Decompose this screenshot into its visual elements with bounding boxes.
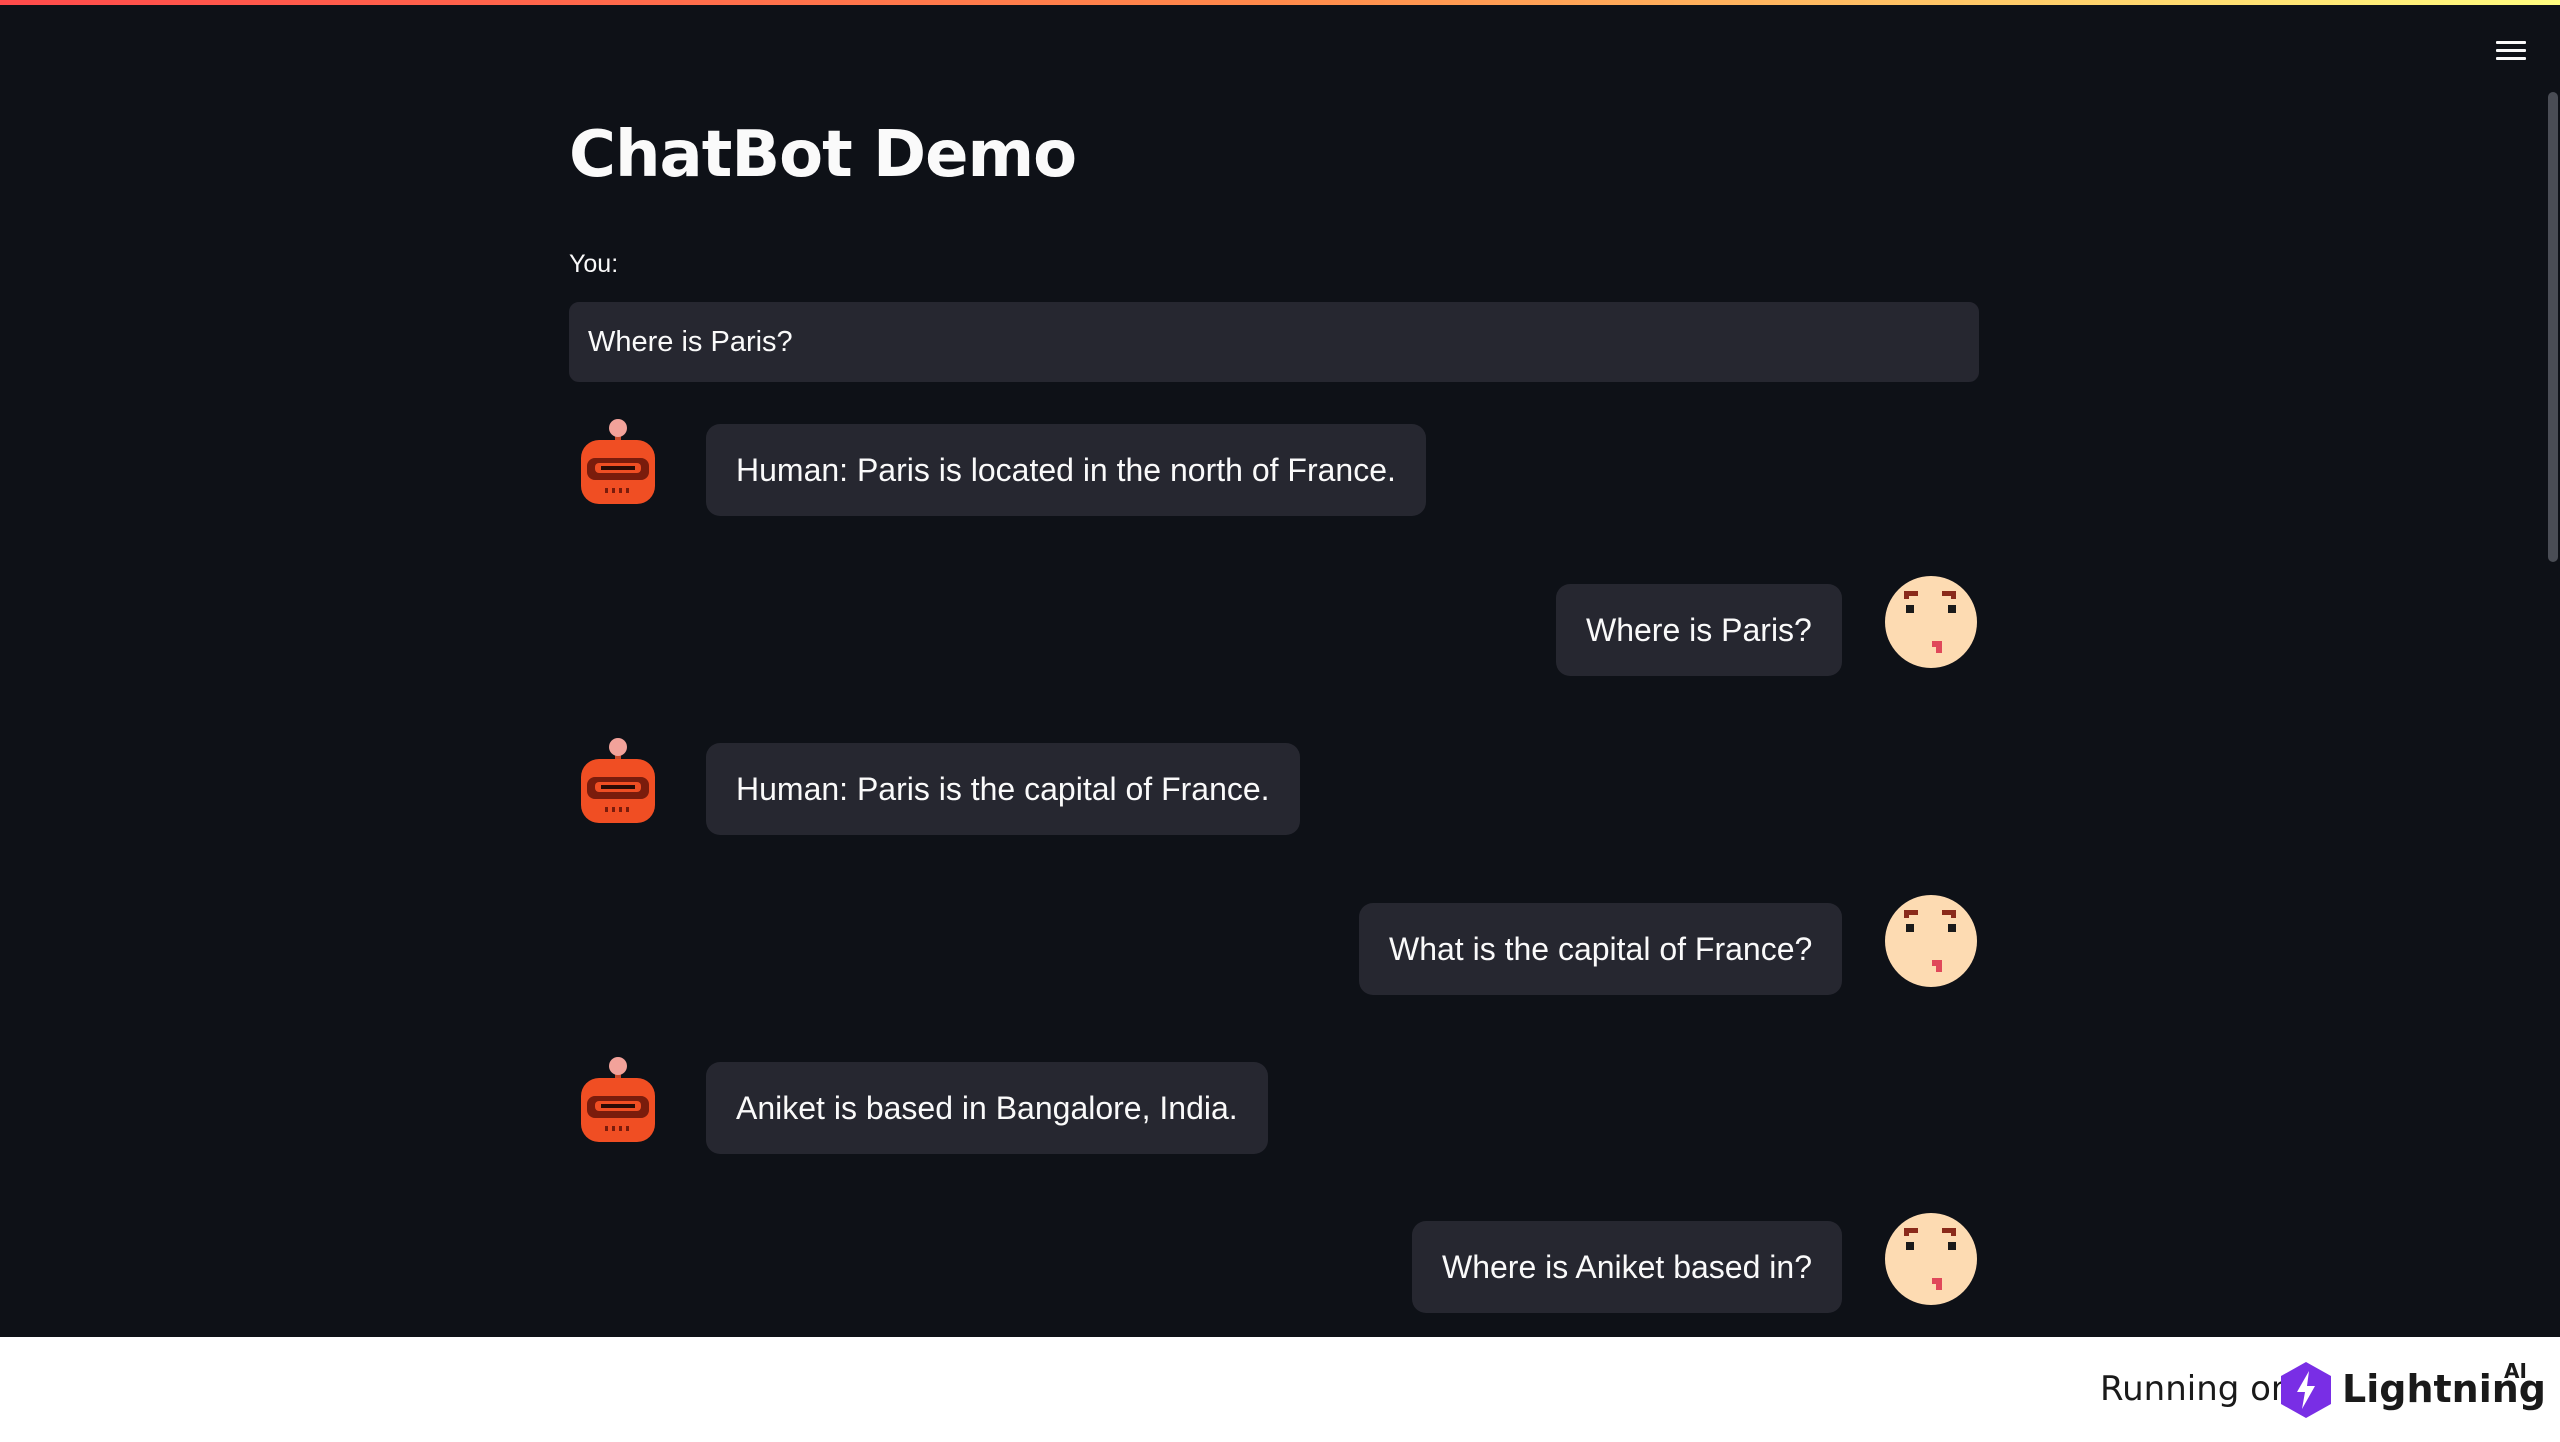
chat-message-user: What is the capital of France?	[569, 895, 1979, 995]
hamburger-menu-icon[interactable]	[2496, 37, 2530, 65]
lightning-ai-suffix: AI	[2504, 1359, 2527, 1383]
message-bubble: Where is Paris?	[1556, 584, 1842, 676]
message-bubble: Where is Aniket based in?	[1412, 1221, 1842, 1313]
message-bubble: Human: Paris is the capital of France.	[706, 743, 1300, 835]
chat-message-user: Where is Aniket based in?	[569, 1213, 1979, 1313]
running-on-label: Running on	[2100, 1369, 2293, 1409]
chat-message-user: Where is Paris?	[569, 576, 1979, 676]
message-bubble: What is the capital of France?	[1359, 903, 1842, 995]
robot-avatar-icon	[581, 738, 655, 823]
chat-message-bot: Human: Paris is the capital of France.	[569, 738, 1979, 835]
robot-avatar-icon	[581, 419, 655, 504]
robot-avatar-icon	[581, 1057, 655, 1142]
user-face-avatar-icon	[1885, 1213, 1977, 1305]
message-bubble: Human: Paris is located in the north of …	[706, 424, 1426, 516]
top-decoration-stripe	[0, 0, 2560, 5]
user-face-avatar-icon	[1885, 895, 1977, 987]
footer-bar: Running on Lightning AI	[0, 1337, 2560, 1442]
chat-input[interactable]	[569, 302, 1979, 382]
chat-message-bot: Human: Paris is located in the north of …	[569, 419, 1979, 516]
input-label: You:	[569, 250, 619, 278]
chat-message-bot: Aniket is based in Bangalore, India.	[569, 1057, 1979, 1154]
scrollbar[interactable]	[2548, 92, 2558, 562]
page-title: ChatBot Demo	[569, 118, 1077, 192]
message-bubble: Aniket is based in Bangalore, India.	[706, 1062, 1268, 1154]
user-face-avatar-icon	[1885, 576, 1977, 668]
lightning-logo-icon[interactable]	[2280, 1361, 2332, 1419]
